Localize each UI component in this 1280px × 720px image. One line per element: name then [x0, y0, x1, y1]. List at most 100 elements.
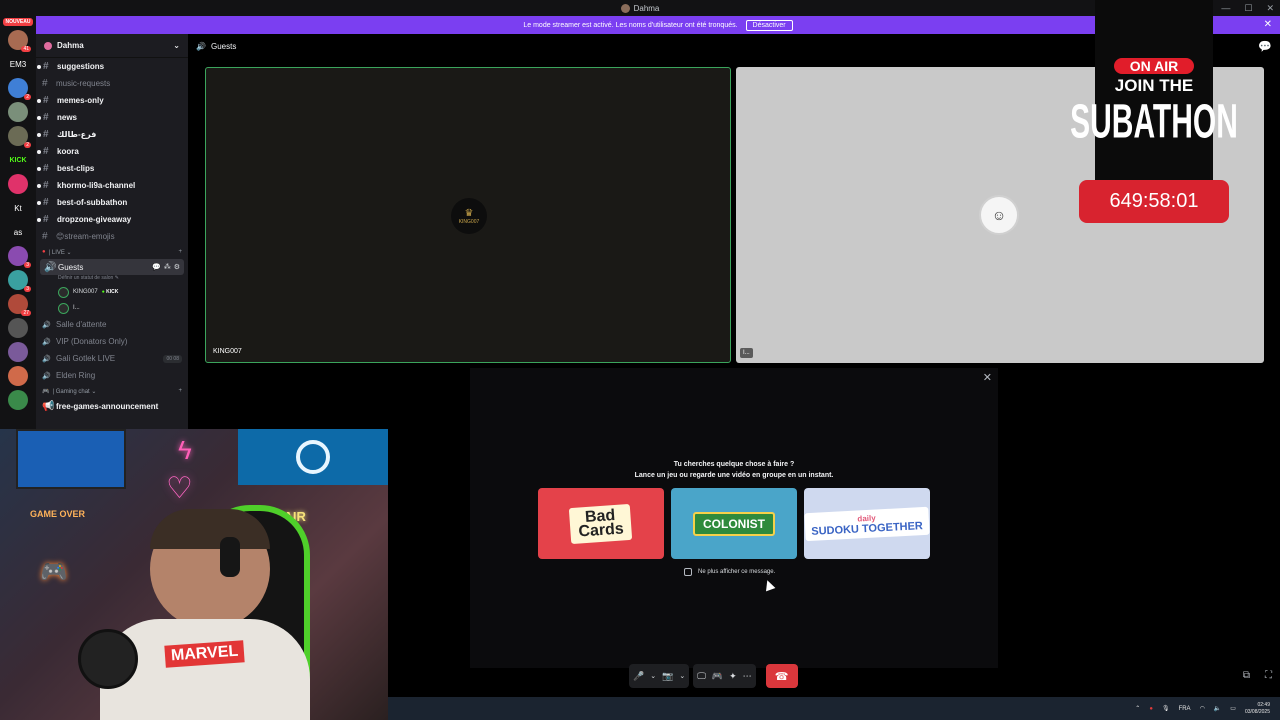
text-channel[interactable]: # best-clips: [36, 160, 188, 177]
chat-bubble-icon[interactable]: 💬: [152, 263, 161, 271]
server-list: NOUVEAU 41 EM3 2 2 KICK Kt as 3 3 27: [0, 16, 36, 436]
add-channel-icon[interactable]: +: [178, 249, 182, 255]
neon-heart-icon: ♡: [166, 472, 193, 505]
gear-icon[interactable]: ⚙: [174, 263, 180, 271]
server-icon[interactable]: 2: [8, 78, 31, 100]
mention-count-badge: 41: [21, 46, 31, 52]
maximize-button[interactable]: ☐: [1244, 3, 1252, 14]
text-channel[interactable]: # news: [36, 109, 188, 126]
soundboard-icon[interactable]: ✦: [729, 671, 737, 682]
server-icon[interactable]: [8, 318, 28, 338]
popout-icon[interactable]: ⧉: [1243, 670, 1250, 681]
server-icon[interactable]: [8, 366, 28, 386]
category-live[interactable]: ● | LIVE ⌄ +: [36, 245, 188, 259]
close-window-button[interactable]: ✕: [1266, 3, 1274, 14]
text-channel[interactable]: # 😊stream-emojis: [36, 228, 188, 245]
server-icon[interactable]: [8, 102, 28, 122]
microphone-icon[interactable]: 🎤: [633, 671, 644, 682]
avatar: [58, 286, 69, 298]
text-channel-free-games[interactable]: 📢 free-games-announcement: [36, 398, 188, 415]
language-indicator[interactable]: FRA: [1179, 706, 1191, 712]
tv-logo-icon: [296, 440, 330, 474]
disconnect-button[interactable]: ☎: [765, 664, 798, 688]
close-icon[interactable]: ✕: [1264, 19, 1272, 30]
voice-member[interactable]: I...: [36, 300, 188, 316]
server-icon[interactable]: Kt: [8, 198, 28, 218]
game-card-bad-cards[interactable]: Bad Cards: [538, 488, 664, 559]
voice-channel[interactable]: 🔊 VIP (Donators Only): [36, 333, 188, 350]
channel-status[interactable]: Définir un statut de salon ✎: [36, 275, 188, 284]
add-channel-icon[interactable]: +: [178, 388, 182, 394]
text-channel[interactable]: # memes-only: [36, 92, 188, 109]
game-art-line: Cards: [578, 519, 625, 541]
text-channel[interactable]: # dropzone-giveaway: [36, 211, 188, 228]
server-icon[interactable]: 41: [8, 30, 31, 52]
category-gaming[interactable]: 🎮 | Gaming chat ⌄ +: [36, 384, 188, 398]
server-icon[interactable]: 3: [8, 246, 31, 268]
minimize-button[interactable]: —: [1221, 3, 1230, 13]
voice-member[interactable]: KING007 ● KICK: [36, 284, 188, 300]
neon-controller-icon: 🎮: [40, 559, 68, 584]
unread-dot-icon: [37, 64, 41, 69]
text-channel[interactable]: # suggestions: [36, 58, 188, 75]
game-art: daily SUDOKU TOGETHER: [804, 506, 930, 541]
text-channel[interactable]: # best-of-subbathon: [36, 194, 188, 211]
background-tv: [238, 429, 388, 485]
server-icon[interactable]: [8, 390, 28, 410]
text-channel[interactable]: # music-requests: [36, 75, 188, 92]
voice-channel[interactable]: 🔊 Gali Gotlek LIVE 00 08: [36, 350, 188, 367]
tray-app-icon[interactable]: ●: [1149, 706, 1153, 712]
hash-icon: #: [43, 129, 49, 140]
voice-channel-guests[interactable]: 🔊 Guests 💬 ⁂ ⚙: [40, 259, 184, 275]
voice-channel[interactable]: 🔊 Elden Ring: [36, 367, 188, 384]
speaker-icon: 🔊: [42, 372, 51, 380]
mention-count-badge: 3: [24, 286, 31, 292]
dont-show-checkbox[interactable]: [684, 568, 692, 576]
wifi-icon[interactable]: ◠: [1200, 705, 1205, 712]
game-card-colonist[interactable]: COLONIST: [671, 488, 797, 559]
volume-icon[interactable]: 🔈: [1214, 705, 1221, 712]
voice-channel[interactable]: 🔊 Salle d'attente: [36, 316, 188, 333]
dont-show-again[interactable]: Ne plus afficher ce message.: [684, 568, 775, 576]
voice-members: KING007 ● KICK I...: [36, 284, 188, 316]
shirt-logo: MARVEL: [164, 640, 246, 668]
text-channel[interactable]: # khormo-li9a-channel: [36, 177, 188, 194]
streamer-hair: [150, 509, 270, 549]
activities-icon[interactable]: 🎮: [712, 671, 723, 682]
channel-title: Guests: [210, 41, 237, 51]
server-icon[interactable]: [8, 174, 28, 194]
clock[interactable]: 02:49 03/08/2025: [1245, 702, 1270, 716]
server-icon[interactable]: [8, 342, 28, 362]
server-header[interactable]: Dahma ⌄: [36, 34, 188, 58]
more-icon[interactable]: ⋯: [743, 671, 752, 682]
server-icon[interactable]: EM3: [8, 54, 28, 74]
server-icon[interactable]: 3: [8, 270, 31, 292]
hash-icon: #: [43, 95, 49, 106]
server-icon[interactable]: as: [8, 222, 28, 242]
game-card-sudoku[interactable]: daily SUDOKU TOGETHER: [804, 488, 930, 559]
video-tile-king007[interactable]: ♛ KING007 KING007: [205, 67, 731, 363]
camera-off-icon[interactable]: 📷: [662, 671, 673, 682]
voice-channel-label: Elden Ring: [56, 371, 96, 380]
tray-mic-icon[interactable]: 🎙: [1162, 705, 1170, 712]
title-bar: Dahma — ☐ ✕: [0, 0, 1280, 16]
server-icon[interactable]: KICK: [8, 150, 28, 170]
server-label: as: [13, 227, 23, 237]
chevron-down-icon[interactable]: ⌄: [650, 672, 656, 680]
close-icon[interactable]: ✕: [983, 371, 992, 384]
fullscreen-icon[interactable]: ⛶: [1265, 670, 1272, 681]
open-chat-icon[interactable]: 💬: [1258, 40, 1272, 53]
server-icon[interactable]: 2: [8, 126, 31, 148]
add-member-icon[interactable]: ⁂: [164, 263, 171, 271]
text-channel[interactable]: # koora: [36, 143, 188, 160]
server-icon[interactable]: 27: [8, 294, 31, 316]
kick-badge-label: KICK: [106, 289, 119, 295]
disable-streamer-mode-button[interactable]: Désactiver: [745, 19, 793, 31]
chevron-down-icon[interactable]: ⌄: [679, 672, 685, 680]
crown-icon: ♛: [464, 207, 474, 219]
text-channel[interactable]: # فرع-طالك: [36, 126, 188, 143]
member-name: KING007: [73, 289, 98, 295]
screen-share-icon[interactable]: 🖵: [697, 671, 706, 682]
battery-icon[interactable]: ▭: [1230, 705, 1236, 712]
chevron-up-icon[interactable]: ⌃: [1135, 705, 1140, 712]
